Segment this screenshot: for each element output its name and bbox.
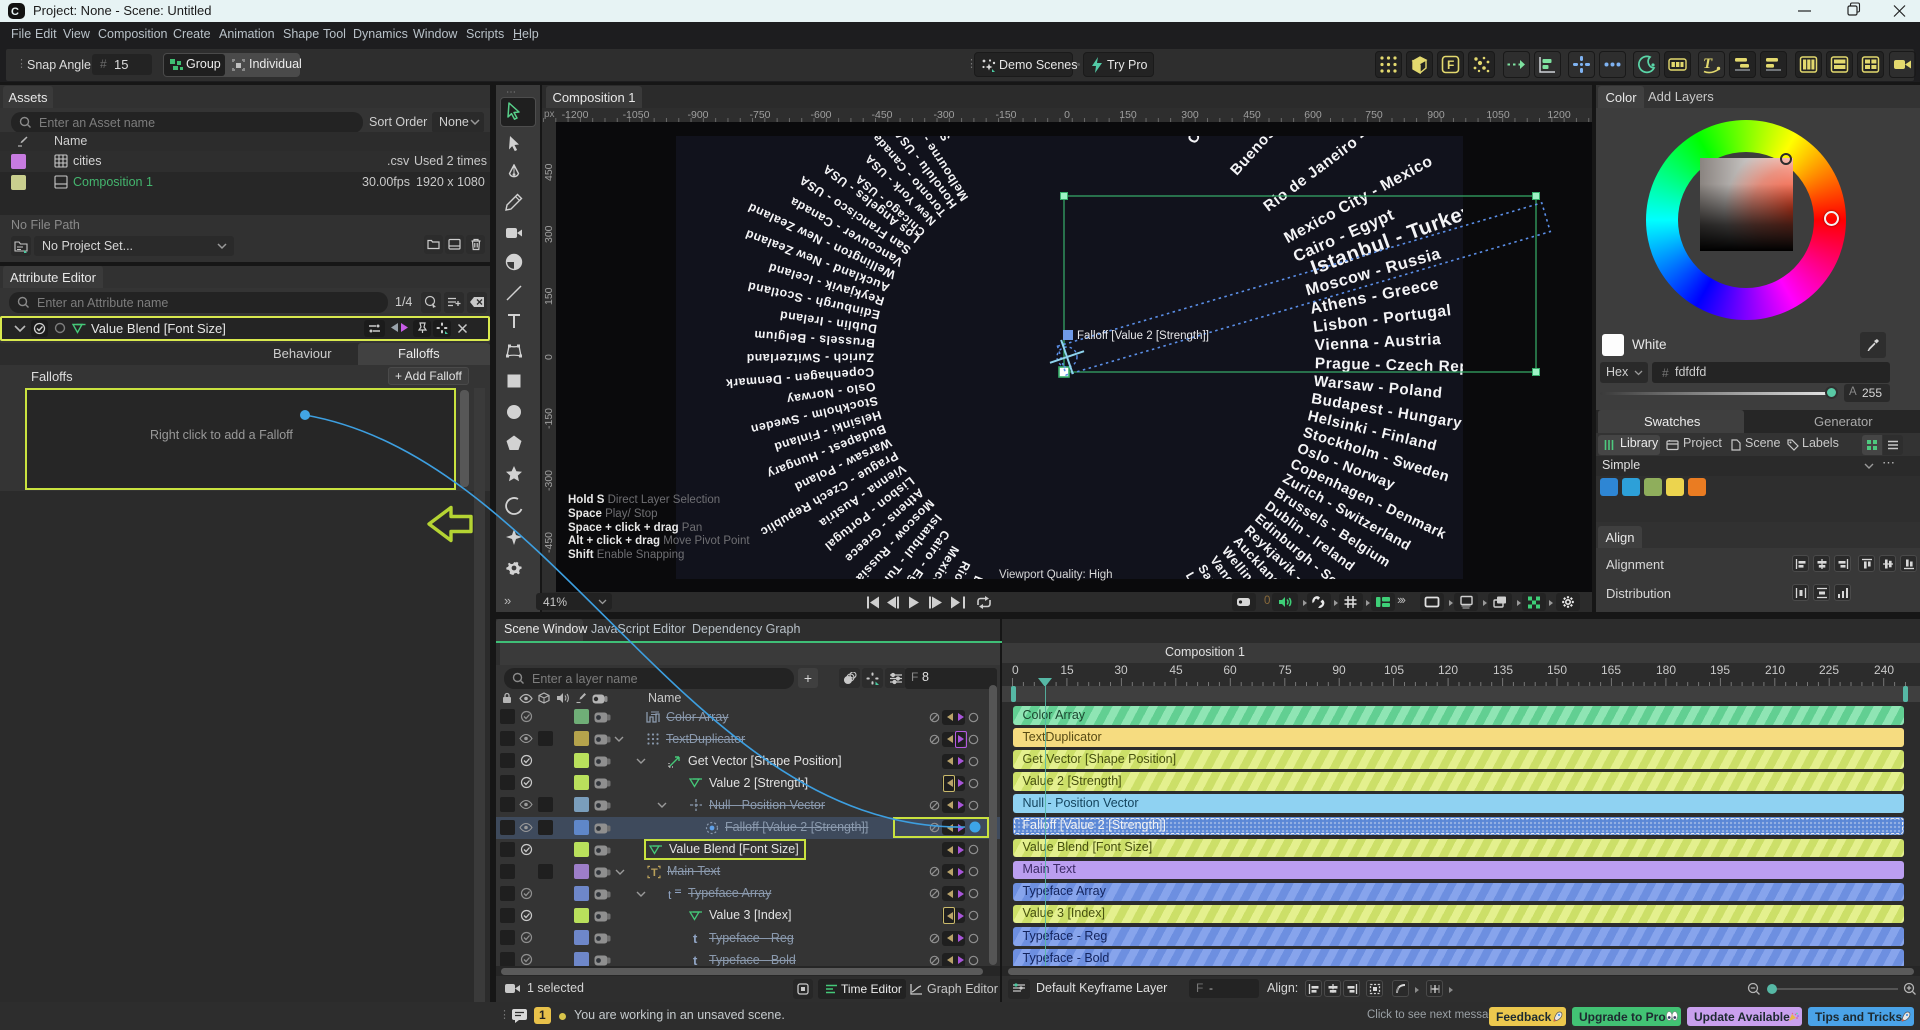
svg-text:T: T (1703, 56, 1713, 72)
svg-text:C: C (11, 6, 19, 17)
svg-text:Cape Town - South Africa: Cape Town - South Africa (1185, 122, 1294, 147)
svg-text:Zurich - Switzerland: Zurich - Switzerland (746, 351, 874, 366)
svg-text:Vienna - Austria: Vienna - Austria (1314, 331, 1441, 354)
svg-text:t: t (693, 953, 698, 967)
svg-text:t: t (668, 888, 672, 901)
svg-text:t: t (693, 931, 698, 945)
svg-text:T: T (651, 867, 658, 879)
svg-text:Rio de Janeiro - Brazil: Rio de Janeiro - Brazil (1260, 122, 1409, 215)
svg-text:Miami - USA: Miami - USA (1158, 582, 1200, 592)
svg-text:F: F (1447, 58, 1454, 72)
svg-text:Seoul - South Korea: Seoul - South Korea (935, 122, 994, 125)
svg-text:Falloff [Value 2 [Strength]]: Falloff [Value 2 [Strength]] (1077, 330, 1209, 342)
svg-text:Tokyo - Japan: Tokyo - Japan (916, 122, 969, 135)
svg-text:Prague - Czech Republic: Prague - Czech Republic (1315, 355, 1508, 376)
svg-text:Singapore - Singapore: Singapore - Singapore (1139, 122, 1207, 125)
